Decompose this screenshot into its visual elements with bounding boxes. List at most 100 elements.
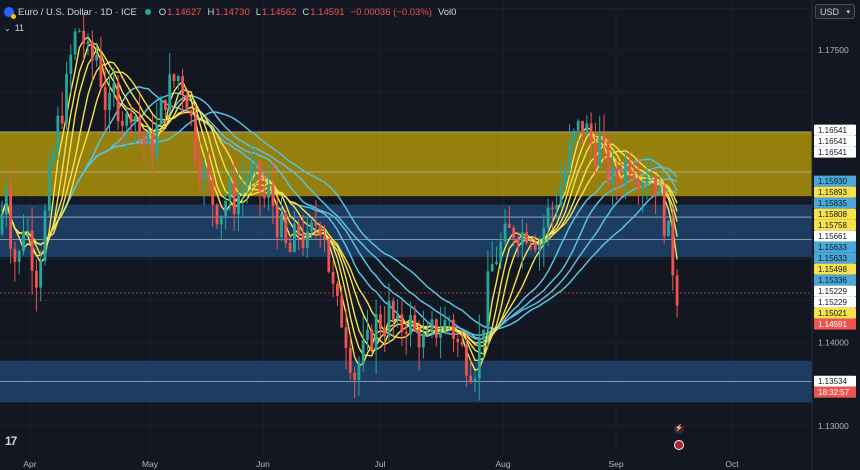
candle-body — [0, 214, 4, 234]
candle-body — [56, 115, 60, 152]
price-label: 1.15758 — [818, 221, 847, 230]
candle-body — [26, 230, 30, 232]
candle-body — [4, 188, 8, 215]
indicator-count: 11 — [14, 23, 25, 33]
candle-body — [563, 170, 567, 186]
indicators-toggle[interactable]: ⌄ 11 — [4, 23, 24, 33]
candle-body — [383, 328, 387, 337]
candle-body — [379, 314, 382, 329]
lightning-event-icon[interactable]: ⚡ — [674, 424, 684, 434]
candle-body — [374, 314, 378, 351]
candle-body — [426, 332, 430, 334]
candle-body — [675, 275, 679, 306]
candle-body — [245, 178, 249, 186]
candle-body — [284, 213, 288, 243]
price-label: 1.16541 — [818, 126, 847, 135]
candle-body — [293, 223, 296, 252]
market-status-dot — [144, 9, 151, 15]
candle-body — [357, 362, 361, 380]
candle-body — [443, 320, 447, 332]
candle-body — [538, 244, 541, 250]
candle-body — [533, 242, 537, 250]
candle-body — [551, 207, 554, 209]
price-zone — [0, 131, 812, 197]
tradingview-logo-icon[interactable]: 17 — [5, 434, 17, 448]
candle-body — [460, 342, 464, 345]
candle-body — [439, 331, 442, 338]
candle-body — [649, 175, 653, 179]
eur-usd-flag-icon — [4, 7, 16, 19]
candle-body — [318, 226, 322, 236]
candle-body — [301, 233, 305, 248]
price-label: 1.15229 — [818, 298, 847, 307]
candle-body — [331, 271, 335, 284]
candle-body — [662, 186, 666, 237]
candle-body — [366, 329, 369, 341]
candle-body — [121, 121, 124, 126]
candle-body — [60, 115, 64, 124]
candle-body — [658, 186, 662, 196]
candle-body — [262, 191, 266, 198]
candle-body — [482, 329, 485, 339]
candle-body — [456, 339, 460, 343]
candle-body — [353, 372, 356, 380]
candle-body — [555, 204, 559, 209]
countdown-label: 18:32:57 — [818, 388, 850, 397]
symbol-title[interactable]: Euro / U.S. Dollar · 1D · ICE — [18, 7, 137, 18]
candle-body — [499, 241, 503, 262]
candle-body — [297, 223, 301, 234]
price-label: 1.15021 — [818, 309, 847, 318]
candle-body — [465, 344, 468, 376]
candle-body — [47, 162, 51, 211]
candle-body — [22, 231, 25, 252]
price-chart[interactable]: 1.13000 1.14000 1.17500 Apr May Jun Jul Aug Sep… — [0, 0, 860, 470]
candle-body — [219, 216, 223, 225]
low-label: L — [255, 6, 262, 18]
x-tick-label: Apr — [23, 459, 36, 469]
candle-body — [632, 174, 636, 180]
candle-body — [241, 185, 245, 195]
candle-body — [164, 99, 167, 111]
price-zone — [0, 204, 812, 258]
candle-body — [112, 83, 116, 94]
candle-body — [520, 232, 524, 245]
candle-body — [628, 161, 632, 175]
candle-body — [258, 162, 262, 192]
candle-body — [35, 270, 38, 288]
candle-body — [624, 161, 627, 184]
candle-body — [17, 251, 21, 262]
candle-body — [207, 166, 210, 180]
candle-body — [671, 220, 675, 276]
y-tick-label: 1.17500 — [818, 45, 849, 55]
candle-body — [396, 314, 399, 320]
chart-header: Euro / U.S. Dollar · 1D · ICE O 1.14627 H… — [4, 5, 462, 19]
candle-body — [99, 55, 103, 88]
candle-body — [473, 378, 477, 382]
candle-body — [323, 235, 326, 239]
currency-label: USD — [820, 6, 840, 17]
candle-body — [202, 166, 206, 183]
price-label: 1.15498 — [818, 265, 847, 274]
currency-button[interactable]: USD ▾ — [815, 4, 855, 19]
candle-body — [512, 227, 516, 239]
candle-body — [645, 178, 649, 184]
candle-body — [78, 30, 81, 32]
price-label: 1.14591 — [818, 320, 847, 329]
candle-body — [400, 314, 404, 332]
candle-body — [30, 230, 34, 271]
candle-body — [404, 331, 408, 334]
candle-body — [237, 194, 240, 215]
x-tick-label: Oct — [725, 459, 739, 469]
candle-body — [73, 31, 77, 55]
us-flag-event-icon[interactable] — [674, 440, 684, 450]
price-label: 1.15930 — [818, 177, 847, 186]
candle-body — [598, 134, 602, 167]
candle-body — [108, 93, 111, 110]
y-tick-label: 1.14000 — [818, 337, 849, 347]
candle-body — [469, 375, 473, 382]
close-value: 1.14591 — [310, 6, 345, 18]
candle-body — [637, 179, 640, 189]
candle-body — [224, 200, 227, 217]
y-tick-label: 1.13000 — [818, 421, 849, 431]
candle-body — [572, 130, 576, 142]
